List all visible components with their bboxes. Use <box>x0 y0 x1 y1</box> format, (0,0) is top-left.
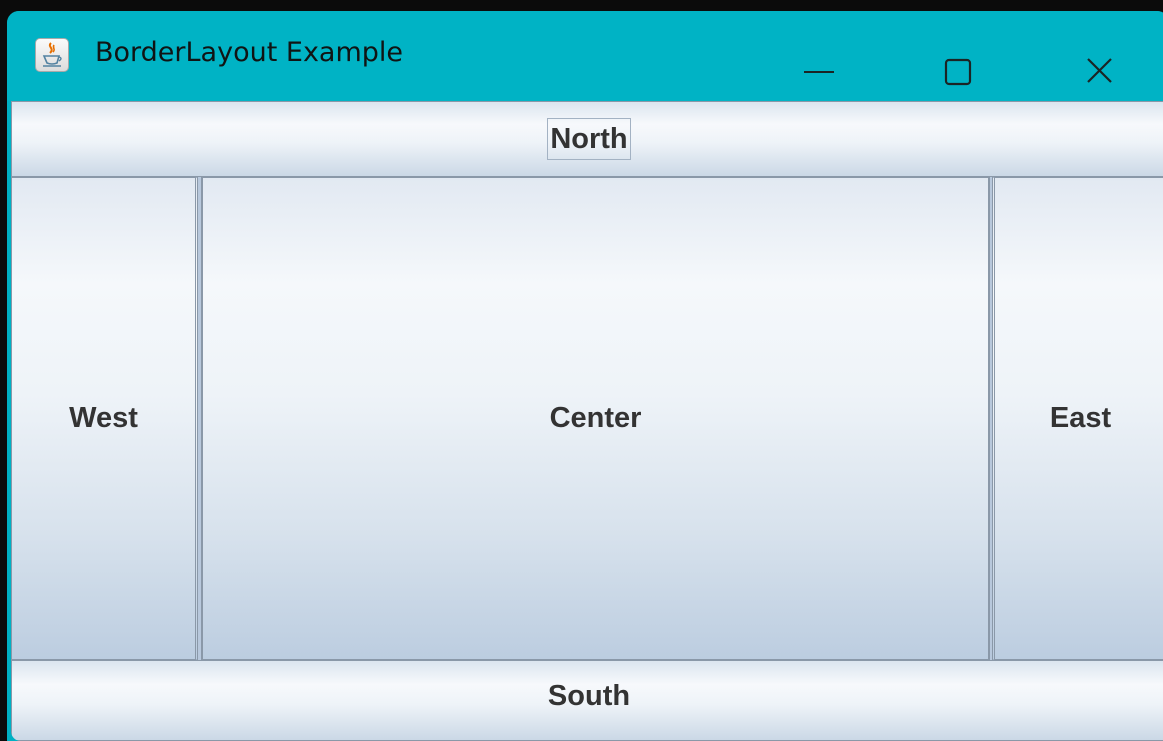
content-pane: North West Center East South <box>11 101 1163 741</box>
east-label: East <box>1049 402 1112 434</box>
north-button[interactable]: North <box>11 101 1163 177</box>
south-button[interactable]: South <box>11 660 1163 741</box>
window-title: BorderLayout Example <box>95 37 404 68</box>
south-label: South <box>547 680 631 712</box>
close-icon <box>1087 58 1112 83</box>
north-label: North <box>547 118 631 160</box>
app-window: BorderLayout Example North West Center E… <box>7 11 1163 741</box>
close-button[interactable] <box>1040 21 1160 95</box>
east-button[interactable]: East <box>992 177 1163 660</box>
west-button[interactable]: West <box>11 177 198 660</box>
maximize-icon <box>944 58 972 86</box>
java-cup-icon[interactable] <box>35 38 69 72</box>
minimize-button[interactable] <box>758 21 878 95</box>
west-label: West <box>69 402 138 434</box>
title-bar[interactable]: BorderLayout Example <box>7 11 1163 101</box>
center-label: Center <box>549 402 642 434</box>
center-button[interactable]: Center <box>201 177 990 660</box>
maximize-button[interactable] <box>897 21 1017 95</box>
minimize-icon <box>804 71 834 73</box>
